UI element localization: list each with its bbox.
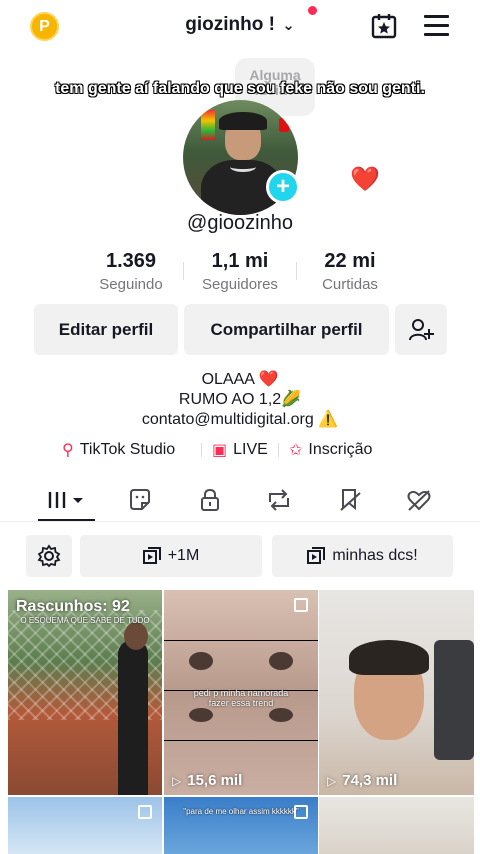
play-icon: ▷ [327,773,337,788]
share-profile-button[interactable]: Compartilhar perfil [184,304,389,355]
stat-label: Seguindo [99,276,163,293]
video-caption: O ESQUEMA QUE SABE DE TUDO [20,616,150,625]
playlist-label: minhas dcs! [332,547,418,564]
profile-links: ⚲ TikTok Studio ▣ LIVE ✩ Inscrição [0,440,480,462]
pinned-icon [138,805,152,819]
live-icon: ▣ [212,442,228,459]
video-tile[interactable]: ▷ 74,3 mil [319,590,474,795]
video-overlay-caption: tem gente aí falando que sou feke não so… [55,80,426,98]
add-story-button[interactable]: + [266,170,300,204]
stat-likes[interactable]: 22 mi Curtidas [295,250,405,293]
tab-reposts[interactable] [259,486,299,514]
bio-line: RUMO AO 1,2🌽 [178,391,302,408]
stat-value: 1,1 mi [211,250,269,272]
view-count: ▷ 15,6 mil [172,772,242,789]
studio-icon: ⚲ [62,442,74,459]
profile-handle: @gioozinho [187,212,293,234]
tab-liked[interactable] [399,486,439,514]
sticker-icon [130,489,150,510]
video-caption: pedi p minha namorada fazer essa trend [193,688,289,708]
stat-label: Seguidores [202,276,278,293]
stat-following[interactable]: 1.369 Seguindo [76,250,186,293]
playlist-chip[interactable]: +1M [80,535,262,577]
lock-icon [201,488,219,511]
video-tile[interactable] [319,797,474,854]
link-label: LIVE [233,441,268,458]
drafts-tile[interactable]: Rascunhos: 92 O ESQUEMA QUE SABE DE TUDO [8,590,162,795]
link-label: TikTok Studio [79,441,176,458]
drafts-label: Rascunhos: 92 [16,598,130,615]
stat-followers[interactable]: 1,1 mi Seguidores [185,250,295,293]
link-divider [278,443,279,457]
pinned-icon [294,598,308,612]
tab-videos[interactable] [46,486,86,514]
edit-profile-button[interactable]: Editar perfil [34,304,178,355]
playlist-icon [142,547,161,564]
chevron-down-icon: ⌄ [282,17,295,34]
stat-value: 1.369 [105,250,157,272]
heart-sticker: ❤️ [350,166,380,193]
video-tile[interactable]: pedi p minha namorada fazer essa trend ▷… [164,590,318,795]
bio-line: OLAAA ❤️ [201,371,279,388]
active-tab-indicator [38,519,95,521]
stat-divider [296,262,297,280]
bio-line[interactable]: contato@multidigital.org ⚠️ [0,410,480,430]
link-divider [201,443,202,457]
profile-bio: OLAAA ❤️ RUMO AO 1,2🌽 contato@multidigit… [0,370,480,430]
playlist-label: +1M [167,547,200,564]
stat-value: 22 mi [324,250,376,272]
playlist-chip[interactable]: minhas dcs! [272,535,453,577]
favorites-icon [340,489,361,511]
videos-grid-icon [48,492,83,508]
profile-tabs [0,480,480,522]
video-tile[interactable] [8,797,162,854]
video-grid: Rascunhos: 92 O ESQUEMA QUE SABE DE TUDO… [8,590,474,854]
video-tile[interactable]: "para de me olhar assim kkkkkk" [164,797,318,854]
subscription-icon: ✩ [289,442,303,459]
repost-icon [269,489,289,511]
tab-stickers[interactable] [120,486,160,514]
settings-button[interactable] [26,535,72,577]
pinned-icon [294,805,308,819]
profile-stats: 1.369 Seguindo 1,1 mi Seguidores 22 mi C… [0,250,480,296]
account-username: giozinho ! [185,14,275,35]
add-friend-button[interactable] [395,304,447,355]
stat-label: Curtidas [322,276,378,293]
view-count-value: 74,3 mil [342,772,398,789]
tab-private[interactable] [190,486,230,514]
tab-favorites[interactable] [330,486,370,514]
hamburger-menu-icon[interactable] [424,15,449,37]
playlist-row: +1M minhas dcs! [0,535,480,577]
link-label: Inscrição [308,441,373,458]
add-friend-icon [409,318,434,340]
playlist-icon [307,547,326,564]
view-count: ▷ 74,3 mil [327,772,397,789]
play-icon: ▷ [172,773,182,788]
live-link[interactable]: ▣ LIVE [212,440,268,460]
notification-dot [308,6,317,15]
plus-icon: + [275,173,290,200]
top-bar: P giozinho ! ⌄ [0,0,480,52]
tiktok-studio-link[interactable]: ⚲ TikTok Studio [62,440,175,460]
view-count-value: 15,6 mil [187,772,243,789]
stat-divider [183,262,184,280]
subscription-link[interactable]: ✩ Inscrição [289,440,372,460]
settings-icon [37,544,61,568]
calendar-star-icon[interactable] [371,13,397,39]
liked-icon [407,490,431,511]
account-switcher[interactable]: giozinho ! ⌄ [0,14,480,36]
